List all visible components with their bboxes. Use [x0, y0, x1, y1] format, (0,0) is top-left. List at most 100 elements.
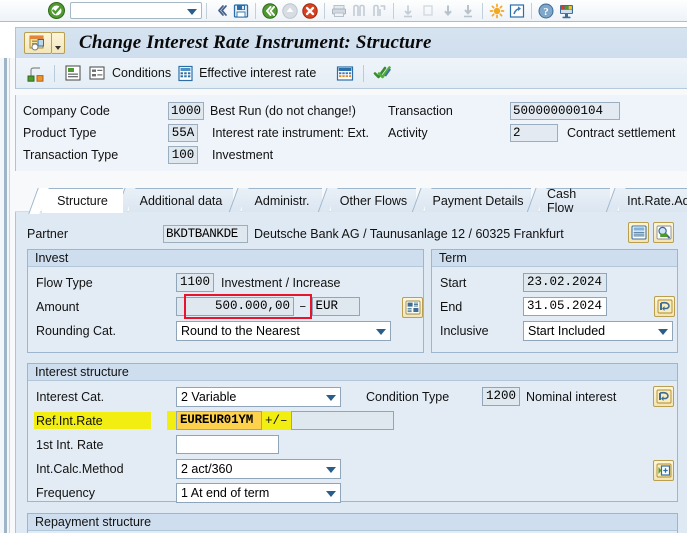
first-int-rate-field[interactable]: [176, 435, 279, 454]
condition-type-detail-button[interactable]: [653, 386, 674, 407]
tab-structure[interactable]: Structure: [42, 188, 123, 213]
transaction-field[interactable]: 500000000104: [510, 102, 620, 120]
frequency-label: Frequency: [36, 486, 176, 500]
detail-list-button[interactable]: [85, 62, 109, 85]
effective-interest-rate-button[interactable]: Effective interest rate: [174, 62, 319, 85]
inclusive-value: Start Included: [528, 324, 605, 338]
structure-tab-content: Partner BKDTBANKDE Deutsche Bank AG / Ta…: [15, 212, 687, 533]
tab-label: Administr.: [255, 194, 310, 208]
end-date-field[interactable]: 31.05.2024: [523, 297, 607, 316]
condition-type-label: Condition Type: [366, 390, 482, 404]
ref-int-rate-field[interactable]: EUREUR01YM: [176, 411, 262, 430]
invest-group: Invest Flow Type 1100 Investment / Incre…: [27, 249, 424, 353]
amount-row: Amount 500.000,00 – EUR: [36, 297, 360, 316]
find-next-icon[interactable]: [369, 1, 389, 21]
print-icon[interactable]: [329, 1, 349, 21]
toolbar-separator: [363, 65, 364, 82]
title-menu-dropdown[interactable]: [52, 32, 65, 54]
inclusive-select[interactable]: Start Included: [523, 321, 673, 341]
last-page-icon[interactable]: [458, 1, 478, 21]
create-shortcut-icon[interactable]: [507, 1, 527, 21]
company-code-row: Company Code 1000 Best Run (do not chang…: [23, 102, 356, 120]
tab-label: Int.Rate.Adj.: [627, 194, 687, 208]
rounding-cat-select[interactable]: Round to the Nearest: [176, 321, 391, 341]
tabstrip: Structure Additional data Administr. Oth…: [15, 186, 687, 212]
tab-additional-data[interactable]: Additional data: [129, 188, 233, 212]
page-title: Change Interest Rate Instrument: Structu…: [79, 32, 432, 54]
find-icon[interactable]: [349, 1, 369, 21]
currency-field[interactable]: EUR: [312, 297, 360, 316]
end-row: End 31.05.2024: [440, 297, 607, 316]
tab-cash-flow[interactable]: Cash Flow: [540, 188, 610, 212]
tab-int-rate-adj[interactable]: Int.Rate.Adj.: [619, 188, 687, 212]
activity-field[interactable]: 2: [510, 124, 558, 142]
window-left-rail: [0, 22, 10, 533]
ref-int-rate-spread-field[interactable]: [291, 411, 394, 430]
int-calc-method-select[interactable]: 2 act/360: [176, 459, 341, 479]
tab-payment-details[interactable]: Payment Details: [425, 188, 531, 212]
interest-cat-select[interactable]: 2 Variable: [176, 387, 341, 407]
term-calendar-button[interactable]: [654, 296, 675, 317]
product-type-row: Product Type 55A Interest rate instrumen…: [23, 124, 369, 142]
chevron-down-icon[interactable]: [187, 9, 197, 15]
exit-up-icon[interactable]: [280, 1, 300, 21]
structure-overview-button[interactable]: [23, 62, 48, 85]
end-label: End: [440, 300, 523, 314]
frequency-select[interactable]: 1 At end of term: [176, 483, 341, 503]
transaction-type-description: Investment: [212, 148, 273, 162]
first-int-rate-label: 1st Int. Rate: [36, 438, 176, 452]
flow-type-field[interactable]: 1100: [176, 273, 214, 292]
enter-ok-icon[interactable]: [48, 2, 65, 19]
amount-label: Amount: [36, 300, 176, 314]
help-icon[interactable]: ?: [536, 1, 556, 21]
tab-other-flows[interactable]: Other Flows: [331, 188, 416, 212]
partner-details-button[interactable]: [628, 222, 649, 243]
toolbar-separator: [393, 3, 394, 19]
customize-layout-icon[interactable]: [556, 1, 576, 21]
toolbar-separator: [324, 3, 325, 19]
partner-field[interactable]: BKDTBANKDE: [163, 225, 248, 243]
check-button[interactable]: [370, 62, 395, 85]
partner-search-button[interactable]: [653, 222, 674, 243]
address-card-icon: [631, 225, 647, 240]
magnifier-icon: [656, 225, 672, 240]
create-new-session-icon[interactable]: [487, 1, 507, 21]
transaction-type-field[interactable]: 100: [168, 146, 198, 164]
repayment-structure-group: Repayment structure: [27, 513, 678, 533]
cash-flow-button[interactable]: [333, 62, 357, 85]
cancel-red-icon[interactable]: [300, 1, 320, 21]
first-page-icon[interactable]: [398, 1, 418, 21]
transaction-type-label: Transaction Type: [23, 148, 168, 162]
tab-administr[interactable]: Administr.: [242, 188, 322, 212]
activity-description: Contract settlement: [567, 126, 675, 140]
interest-structure-group: Interest structure Interest Cat. 2 Varia…: [27, 363, 678, 502]
condition-type-field[interactable]: 1200: [482, 387, 520, 406]
product-type-field[interactable]: 55A: [168, 124, 198, 142]
toolbar-separator: [531, 3, 532, 19]
first-int-rate-row: 1st Int. Rate: [36, 435, 279, 454]
start-date-field[interactable]: 23.02.2024: [523, 273, 607, 292]
chevron-down-icon: [326, 467, 336, 473]
amount-calculator-button[interactable]: [402, 297, 423, 318]
partner-row: Partner BKDTBANKDE Deutsche Bank AG / Ta…: [27, 224, 564, 244]
flow-type-row: Flow Type 1100 Investment / Increase: [36, 273, 341, 292]
tab-label: Other Flows: [340, 194, 407, 208]
save-icon[interactable]: [231, 1, 251, 21]
company-code-field[interactable]: 1000: [168, 102, 204, 120]
toolbar-separator: [206, 3, 207, 19]
company-code-description: Best Run (do not change!): [210, 104, 356, 118]
back-green-icon[interactable]: [260, 1, 280, 21]
ref-int-rate-label: Ref.Int.Rate: [36, 414, 176, 428]
command-field[interactable]: [70, 2, 202, 19]
conditions-button[interactable]: Conditions: [109, 62, 174, 85]
transaction-menu-icon[interactable]: [24, 32, 52, 54]
next-page-icon[interactable]: [438, 1, 458, 21]
display-document-button[interactable]: [61, 62, 85, 85]
interest-detail-button[interactable]: [653, 460, 674, 481]
amount-field[interactable]: 500.000,00: [176, 297, 294, 316]
previous-page-icon[interactable]: [418, 1, 438, 21]
transaction-row: Transaction 500000000104: [388, 102, 620, 120]
int-calc-method-label: Int.Calc.Method: [36, 462, 176, 476]
back-double-left-icon[interactable]: [211, 1, 231, 21]
toolbar-separator: [482, 3, 483, 19]
